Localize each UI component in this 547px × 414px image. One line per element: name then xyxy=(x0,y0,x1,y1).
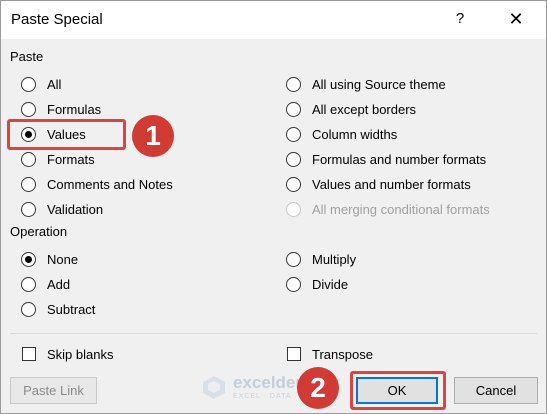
radio-button[interactable] xyxy=(286,151,301,167)
operation-group-label: Operation xyxy=(10,224,68,239)
radio-paste-all[interactable]: All xyxy=(21,75,61,93)
radio-button-disabled xyxy=(286,201,301,217)
option-label: Formulas and number formats xyxy=(312,151,487,167)
radio-button[interactable] xyxy=(286,176,301,192)
radio-operation-divide[interactable]: Divide xyxy=(286,275,348,293)
option-label: Validation xyxy=(47,201,104,217)
option-label: All merging conditional formats xyxy=(312,201,490,217)
radio-button[interactable] xyxy=(21,101,36,117)
paste-special-dialog: Paste Special ? ✕ Paste All Formulas Val… xyxy=(0,0,547,414)
radio-button[interactable] xyxy=(21,176,36,192)
radio-button[interactable] xyxy=(21,201,36,217)
ok-highlight-box xyxy=(350,371,446,410)
radio-operation-none[interactable]: None xyxy=(21,250,78,268)
step-badge-1: 1 xyxy=(132,115,174,157)
radio-button[interactable] xyxy=(21,301,36,317)
option-label: Divide xyxy=(312,276,349,292)
radio-button[interactable] xyxy=(286,126,301,142)
paste-group-label: Paste xyxy=(10,49,44,64)
separator-line xyxy=(10,333,537,334)
option-label: Formats xyxy=(47,151,95,167)
cancel-button[interactable]: Cancel xyxy=(454,377,538,404)
option-label: Transpose xyxy=(312,346,373,362)
radio-button[interactable] xyxy=(21,276,36,292)
radio-paste-formulas-number-formats[interactable]: Formulas and number formats xyxy=(286,150,486,168)
radio-operation-multiply[interactable]: Multiply xyxy=(286,250,356,268)
radio-button[interactable] xyxy=(286,76,301,92)
option-label: All xyxy=(47,76,62,92)
option-label: None xyxy=(47,251,79,267)
option-label: Skip blanks xyxy=(47,346,114,362)
radio-paste-all-except-borders[interactable]: All except borders xyxy=(286,100,416,118)
radio-button[interactable] xyxy=(286,251,301,267)
title-bar: Paste Special ? ✕ xyxy=(1,1,546,39)
radio-paste-values-number-formats[interactable]: Values and number formats xyxy=(286,175,471,193)
checkbox-skip-blanks[interactable]: Skip blanks xyxy=(22,345,113,363)
exceldemy-logo-icon xyxy=(203,376,225,399)
option-label: Add xyxy=(47,276,71,292)
radio-button[interactable] xyxy=(286,101,301,117)
option-label: All using Source theme xyxy=(312,76,446,92)
option-label: Column widths xyxy=(312,126,398,142)
option-label: All except borders xyxy=(312,101,417,117)
radio-paste-column-widths[interactable]: Column widths xyxy=(286,125,397,143)
checkbox-box[interactable] xyxy=(22,347,36,361)
radio-paste-formulas[interactable]: Formulas xyxy=(21,100,101,118)
option-label: Formulas xyxy=(47,101,102,117)
radio-button[interactable] xyxy=(21,76,36,92)
checkbox-box[interactable] xyxy=(287,347,301,361)
option-label: Comments and Notes xyxy=(47,176,173,192)
option-label: Values and number formats xyxy=(312,176,471,192)
values-highlight-box xyxy=(7,119,126,150)
help-button[interactable]: ? xyxy=(445,5,475,33)
step-badge-2: 2 xyxy=(297,367,339,409)
radio-paste-comments-notes[interactable]: Comments and Notes xyxy=(21,175,173,193)
checkbox-transpose[interactable]: Transpose xyxy=(287,345,373,363)
option-label: Multiply xyxy=(312,251,357,267)
radio-paste-merging-conditional-formats: All merging conditional formats xyxy=(286,200,490,218)
radio-operation-subtract[interactable]: Subtract xyxy=(21,300,95,318)
close-button[interactable]: ✕ xyxy=(501,5,531,33)
paste-link-button[interactable]: Paste Link xyxy=(10,377,97,404)
option-label: Subtract xyxy=(47,301,96,317)
dialog-title: Paste Special xyxy=(11,11,103,28)
radio-operation-add[interactable]: Add xyxy=(21,275,70,293)
radio-button-selected[interactable] xyxy=(21,251,36,267)
radio-button[interactable] xyxy=(286,276,301,292)
radio-paste-validation[interactable]: Validation xyxy=(21,200,103,218)
radio-paste-all-source-theme[interactable]: All using Source theme xyxy=(286,75,446,93)
radio-button[interactable] xyxy=(21,151,36,167)
radio-paste-formats[interactable]: Formats xyxy=(21,150,95,168)
